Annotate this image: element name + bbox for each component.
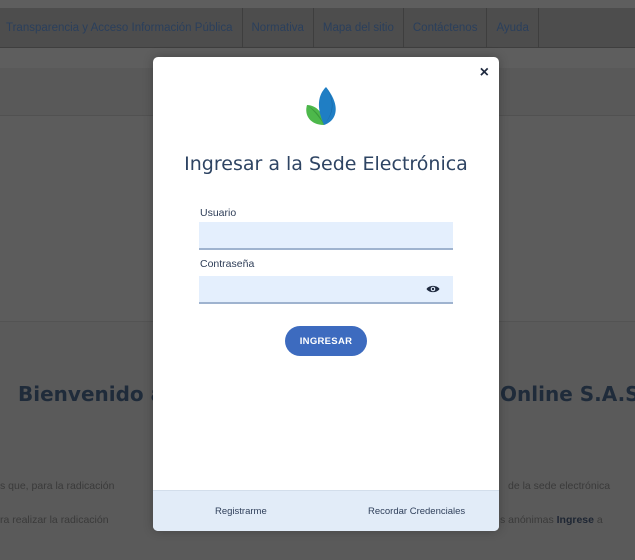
password-label: Contraseña — [200, 258, 255, 270]
nav-link-normativa[interactable]: Normativa — [243, 7, 314, 48]
nav-link-transparencia[interactable]: Transparencia y Acceso Información Públi… — [0, 7, 243, 48]
nav-link-ayuda[interactable]: Ayuda — [487, 7, 539, 48]
background-text-ingrese[interactable]: Ingrese — [557, 514, 594, 526]
welcome-heading-left: Bienvenido a — [18, 382, 165, 406]
password-input[interactable] — [199, 276, 453, 304]
background-text-line2-tail: a — [596, 514, 603, 526]
background-text-line2-right: s anónimas Ingrese a — [500, 514, 603, 526]
usuario-label: Usuario — [200, 207, 237, 219]
eye-icon[interactable] — [426, 284, 440, 294]
login-modal: × Ingresar a la Sede Electrónica Usuario… — [153, 57, 499, 531]
nav-link-mapa-del-sitio[interactable]: Mapa del sitio — [314, 7, 404, 48]
background-text-line2-left: ra realizar la radicación — [0, 514, 109, 526]
close-icon[interactable]: × — [480, 63, 489, 83]
modal-title: Ingresar a la Sede Electrónica — [184, 153, 468, 175]
recover-credentials-link[interactable]: Recordar Credenciales — [368, 506, 465, 517]
modal-footer: Registrarme Recordar Credenciales — [153, 490, 499, 531]
background-text-line2-main: s anónimas — [500, 514, 554, 526]
background-text-line1-right: de la sede electrónica — [508, 480, 611, 492]
usuario-input[interactable] — [199, 222, 453, 250]
background-text-line1-left: s que, para la radicación — [0, 480, 115, 492]
ingresar-button[interactable]: INGRESAR — [285, 326, 367, 356]
top-navigation: Transparencia y Acceso Información Públi… — [0, 7, 635, 48]
register-link[interactable]: Registrarme — [215, 506, 267, 517]
nav-link-contactenos[interactable]: Contáctenos — [404, 7, 488, 48]
welcome-heading-right: Online S.A.S. — [500, 382, 635, 406]
leaf-logo — [306, 87, 336, 125]
